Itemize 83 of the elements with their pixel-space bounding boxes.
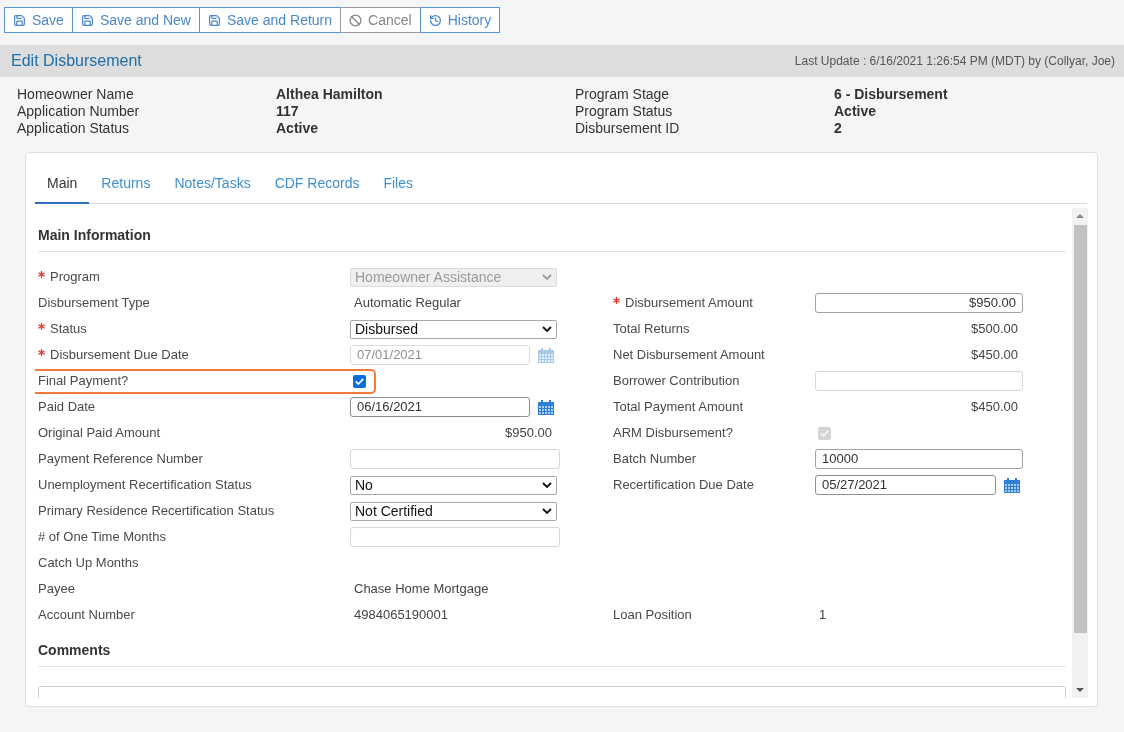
field-label: Borrower Contribution bbox=[613, 372, 740, 391]
field-label: Catch Up Months bbox=[38, 554, 139, 573]
field-label: Program bbox=[50, 268, 100, 287]
field-label: Disbursement Amount bbox=[625, 294, 753, 313]
summary-value: 2 bbox=[834, 120, 843, 137]
section-heading: Main Information bbox=[38, 227, 151, 243]
summary-label: Application Number bbox=[17, 103, 141, 120]
checkmark-icon bbox=[820, 429, 829, 437]
field-value: Chase Home Mortgage bbox=[353, 580, 489, 599]
toolbar-button[interactable]: Cancel bbox=[340, 7, 421, 33]
field-label: Payment Reference Number bbox=[38, 450, 203, 469]
summary-label: Application Status bbox=[17, 120, 131, 137]
summary-value: Active bbox=[834, 103, 878, 120]
tab[interactable]: Main bbox=[35, 163, 90, 204]
chevron-down-icon bbox=[542, 482, 552, 488]
checkbox[interactable] bbox=[353, 374, 366, 388]
tab[interactable]: Returns bbox=[89, 163, 163, 204]
scroll-down-arrow-icon[interactable] bbox=[1076, 688, 1084, 692]
section-heading: Comments bbox=[38, 642, 111, 658]
field-label: Disbursement Due Date bbox=[50, 346, 189, 365]
calendar-icon[interactable] bbox=[538, 347, 554, 363]
field-label: Recertification Due Date bbox=[613, 476, 754, 495]
field-value: $500.00 bbox=[970, 320, 1018, 339]
tab[interactable]: Files bbox=[371, 163, 425, 204]
field-value: $950.00 bbox=[504, 424, 552, 443]
field-label: Total Returns bbox=[613, 320, 690, 339]
calendar-icon[interactable] bbox=[538, 399, 554, 415]
calendar-icon[interactable] bbox=[1004, 477, 1020, 493]
dropdown[interactable]: Not Certified bbox=[350, 501, 557, 521]
dropdown[interactable]: Disbursed bbox=[350, 319, 557, 339]
scrollbar[interactable] bbox=[1072, 208, 1088, 698]
field-label: Account Number bbox=[38, 606, 135, 625]
text-input[interactable] bbox=[350, 449, 560, 469]
summary-value: Active bbox=[276, 120, 320, 137]
text-input[interactable]: $950.00 bbox=[815, 293, 1023, 313]
text-input[interactable] bbox=[350, 527, 560, 547]
field-value: 1 bbox=[818, 606, 827, 625]
field-label: ARM Disbursement? bbox=[613, 424, 733, 443]
field-label: Disbursement Type bbox=[38, 294, 150, 313]
field-label: Net Disbursement Amount bbox=[613, 346, 765, 365]
dropdown[interactable]: No bbox=[350, 475, 557, 495]
chevron-down-icon bbox=[542, 508, 552, 514]
scrollbar-thumb[interactable] bbox=[1073, 225, 1087, 633]
text-input[interactable] bbox=[815, 371, 1023, 391]
field-label: Batch Number bbox=[613, 450, 697, 469]
summary-label: Program Stage bbox=[575, 86, 671, 103]
toolbar-button[interactable]: Save bbox=[4, 7, 73, 33]
field-value: Automatic Regular bbox=[353, 294, 461, 313]
summary-value: 117 bbox=[276, 103, 300, 120]
field-value: 4984065190001 bbox=[353, 606, 448, 625]
summary-value: 6 - Disbursement bbox=[834, 86, 948, 103]
date-input[interactable]: 05/27/2021 bbox=[815, 475, 996, 495]
text-input[interactable]: 10000 bbox=[815, 449, 1023, 469]
tab[interactable]: Notes/Tasks bbox=[162, 163, 263, 204]
field-value: $450.00 bbox=[970, 346, 1018, 365]
chevron-down-icon bbox=[542, 326, 552, 332]
tab[interactable]: CDF Records bbox=[262, 163, 372, 204]
chevron-down-icon bbox=[542, 274, 552, 280]
checkmark-icon bbox=[355, 377, 364, 385]
toolbar-button[interactable]: Save and New bbox=[71, 7, 200, 33]
last-update-text: Last Update : 6/16/2021 1:26:54 PM (MDT) by (Collyar, Joe) bbox=[794, 53, 1115, 70]
summary-value: Althea Hamilton bbox=[276, 86, 384, 103]
field-value: $450.00 bbox=[970, 398, 1018, 417]
toolbar-button[interactable]: Save and Return bbox=[199, 7, 342, 33]
summary-label: Disbursement ID bbox=[575, 120, 681, 137]
field-label: Unemployment Recertification Status bbox=[38, 476, 252, 495]
field-label: Payee bbox=[38, 580, 75, 599]
field-label: Total Payment Amount bbox=[613, 398, 744, 417]
date-input[interactable]: 06/16/2021 bbox=[350, 397, 530, 417]
summary-label: Program Status bbox=[575, 103, 674, 120]
toolbar-button[interactable]: History bbox=[419, 7, 501, 33]
field-label: Status bbox=[50, 320, 87, 339]
history-icon bbox=[428, 13, 442, 27]
field-label: Original Paid Amount bbox=[38, 424, 161, 443]
page-title: Edit Disbursement bbox=[11, 51, 142, 71]
field-label: Paid Date bbox=[38, 398, 96, 417]
summary-label: Homeowner Name bbox=[17, 86, 135, 103]
field-label: Final Payment? bbox=[38, 372, 129, 391]
scroll-up-arrow-icon[interactable] bbox=[1076, 214, 1084, 218]
field-label: Loan Position bbox=[613, 606, 692, 625]
field-label: Primary Residence Recertification Status bbox=[38, 502, 275, 521]
circle-slash-icon bbox=[349, 13, 363, 27]
field-label: # of One Time Months bbox=[38, 528, 166, 547]
